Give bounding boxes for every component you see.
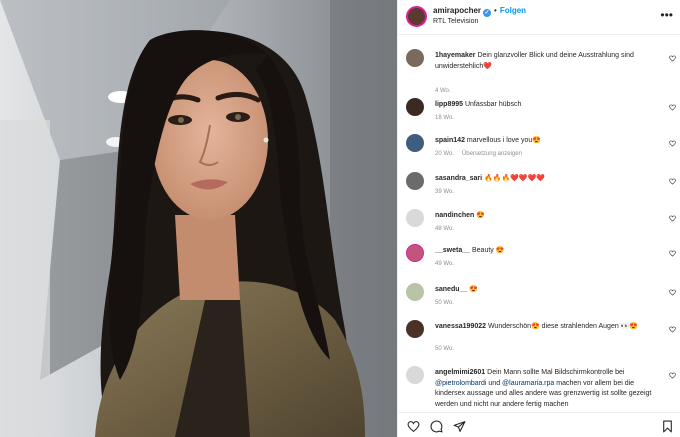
comment-text: vanessa199022 Wunderschön😍 diese strahle… bbox=[435, 322, 665, 333]
avatar[interactable] bbox=[406, 366, 424, 384]
more-icon[interactable]: ••• bbox=[660, 9, 673, 21]
comment-age[interactable]: 20 Wo. bbox=[435, 151, 454, 157]
comment-username[interactable]: lipp8995 bbox=[435, 101, 463, 108]
comment-meta: 4 Wo. bbox=[435, 88, 451, 94]
comment-like-heart-icon[interactable] bbox=[669, 140, 676, 147]
comment-icon[interactable] bbox=[430, 420, 443, 433]
comment-message: marvellous i love you😍 bbox=[466, 137, 541, 144]
comment-like-heart-icon[interactable] bbox=[669, 289, 676, 296]
post-photo bbox=[0, 0, 397, 437]
comment-like-heart-icon[interactable] bbox=[669, 326, 676, 333]
comment-age[interactable]: 49 Wo. bbox=[435, 261, 454, 267]
profile-avatar[interactable] bbox=[406, 6, 427, 27]
avatar[interactable] bbox=[406, 244, 424, 262]
share-icon[interactable] bbox=[453, 420, 466, 433]
comment-text: lipp8995 Unfassbar hübsch bbox=[435, 100, 665, 111]
comment-text: nandinchen 😍 bbox=[435, 211, 665, 222]
username-row: amirapocher ✓ • Folgen bbox=[433, 6, 526, 17]
comment-username[interactable]: __sweta__ bbox=[435, 247, 470, 254]
comment-message: Dein Mann sollte Mal Bildschirmkontrolle… bbox=[487, 369, 625, 376]
avatar[interactable] bbox=[406, 134, 424, 152]
comment-message: 🔥🔥🔥❤️❤️❤️❤️ bbox=[484, 175, 546, 182]
comment-meta: 39 Wo. bbox=[435, 189, 454, 195]
comment-text: angelmimi2601 Dein Mann sollte Mal Bilds… bbox=[435, 368, 665, 410]
comment-meta: 20 Wo. Übersetzung anzeigen bbox=[435, 151, 522, 157]
avatar[interactable] bbox=[406, 283, 424, 301]
comment-like-heart-icon[interactable] bbox=[669, 372, 676, 379]
comment-username[interactable]: 1hayemaker bbox=[435, 52, 475, 59]
comment-like-heart-icon[interactable] bbox=[669, 178, 676, 185]
avatar[interactable] bbox=[406, 172, 424, 190]
comment-message: und bbox=[486, 379, 503, 387]
comment-message: 😍 bbox=[476, 212, 485, 219]
translate-link[interactable]: Übersetzung anzeigen bbox=[462, 151, 522, 157]
bookmark-icon[interactable] bbox=[661, 420, 674, 433]
comment-age[interactable]: 48 Wo. bbox=[435, 226, 454, 232]
username-link[interactable]: amirapocher bbox=[433, 6, 481, 15]
comment-username[interactable]: nandinchen bbox=[435, 212, 474, 219]
separator-dot: • bbox=[494, 6, 497, 15]
comment-list[interactable]: 1hayemaker Dein glanzvoller Blick und de… bbox=[398, 36, 680, 412]
action-bar bbox=[398, 412, 680, 437]
comment-message: Unfassbar hübsch bbox=[464, 101, 522, 108]
comment-meta: 50 Wo. bbox=[435, 346, 454, 352]
comment-message: Beauty 😍 bbox=[471, 247, 505, 254]
comment-age[interactable]: 18 Wo. bbox=[435, 115, 454, 121]
avatar[interactable] bbox=[406, 49, 424, 67]
portrait-image bbox=[0, 0, 397, 437]
comment-like-heart-icon[interactable] bbox=[669, 104, 676, 111]
comment-message: Wunderschön😍 diese strahlenden Augen 👀😍 bbox=[487, 323, 639, 330]
comment-meta: 18 Wo. bbox=[435, 115, 454, 121]
post-header: amirapocher ✓ • Folgen RTL Television ••• bbox=[398, 0, 680, 35]
comments-panel: amirapocher ✓ • Folgen RTL Television ••• 1… bbox=[397, 0, 680, 437]
comment-text: sanedu__ 😍 bbox=[435, 285, 665, 296]
heart-icon[interactable] bbox=[407, 420, 420, 433]
comment-message: 😍 bbox=[469, 286, 478, 293]
comment-age[interactable]: 50 Wo. bbox=[435, 300, 454, 306]
comment-username[interactable]: spain142 bbox=[435, 137, 465, 144]
comment-username[interactable]: vanessa199022 bbox=[435, 323, 486, 330]
comment-meta: 50 Wo. bbox=[435, 300, 454, 306]
avatar[interactable] bbox=[406, 98, 424, 116]
mention-link[interactable]: @lauramaria.rpa bbox=[502, 380, 554, 387]
comment-like-heart-icon[interactable] bbox=[669, 215, 676, 222]
verified-badge-icon: ✓ bbox=[483, 9, 492, 17]
comment-username[interactable]: angelmimi2601 bbox=[435, 369, 485, 376]
comment-age[interactable]: 50 Wo. bbox=[435, 346, 454, 352]
avatar[interactable] bbox=[406, 209, 424, 227]
avatar[interactable] bbox=[406, 320, 424, 338]
post-subtitle[interactable]: RTL Television bbox=[433, 18, 478, 25]
comment-text: sasandra_sari 🔥🔥🔥❤️❤️❤️❤️ bbox=[435, 174, 665, 185]
comment-meta: 48 Wo. bbox=[435, 226, 454, 232]
comment-username[interactable]: sanedu__ bbox=[435, 286, 467, 293]
mention-link[interactable]: @pietrolombardi bbox=[435, 380, 486, 387]
comment-username[interactable]: sasandra_sari bbox=[435, 175, 482, 182]
comment-like-heart-icon[interactable] bbox=[669, 250, 676, 257]
comment-age[interactable]: 4 Wo. bbox=[435, 88, 451, 94]
comment-text: spain142 marvellous i love you😍 bbox=[435, 136, 665, 147]
comment-text: 1hayemaker Dein glanzvoller Blick und de… bbox=[435, 51, 665, 72]
comment-text: __sweta__ Beauty 😍 bbox=[435, 246, 665, 257]
comment-meta: 49 Wo. bbox=[435, 261, 454, 267]
comment-age[interactable]: 39 Wo. bbox=[435, 189, 454, 195]
follow-button[interactable]: Folgen bbox=[500, 6, 526, 15]
comment-like-heart-icon[interactable] bbox=[669, 55, 676, 62]
